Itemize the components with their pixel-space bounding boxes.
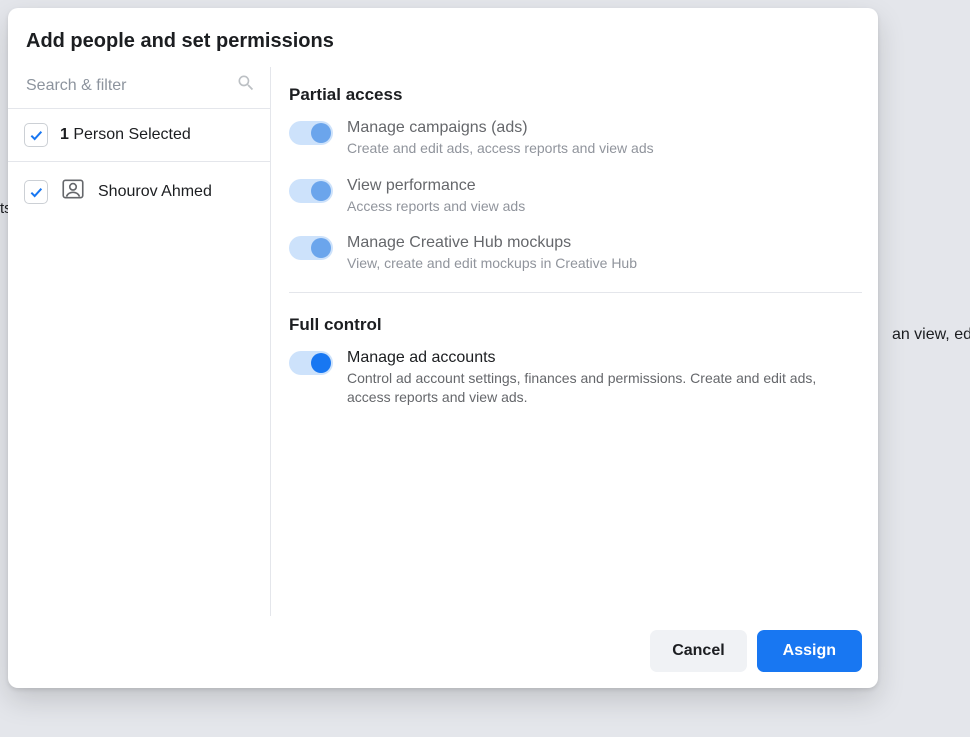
permissions-modal: Add people and set permissions 1 Person … (8, 8, 878, 688)
selected-count-label: 1 Person Selected (60, 126, 191, 144)
full-control-heading: Full control (289, 315, 862, 335)
perm-desc: Access reports and view ads (347, 197, 862, 217)
perm-title: View performance (347, 177, 862, 195)
perm-creative-hub: Manage Creative Hub mockups View, create… (289, 234, 862, 274)
search-input[interactable] (26, 77, 236, 95)
person-checkbox[interactable] (24, 180, 48, 204)
perm-view-performance: View performance Access reports and view… (289, 177, 862, 217)
search-icon[interactable] (236, 73, 256, 98)
people-sidebar: 1 Person Selected Shourov Ahmed (8, 67, 271, 616)
perm-title: Manage ad accounts (347, 349, 862, 367)
cancel-button[interactable]: Cancel (650, 630, 746, 672)
toggle-manage-campaigns[interactable] (289, 121, 333, 145)
perm-title: Manage campaigns (ads) (347, 119, 862, 137)
perm-title: Manage Creative Hub mockups (347, 234, 862, 252)
permissions-panel: Partial access Manage campaigns (ads) Cr… (271, 67, 878, 616)
partial-access-heading: Partial access (289, 85, 862, 105)
person-row[interactable]: Shourov Ahmed (8, 162, 270, 221)
perm-manage-ad-accounts: Manage ad accounts Control ad account se… (289, 349, 862, 408)
modal-header: Add people and set permissions (8, 8, 878, 67)
select-all-checkbox[interactable] (24, 123, 48, 147)
modal-title: Add people and set permissions (26, 30, 860, 53)
person-name: Shourov Ahmed (98, 183, 212, 201)
toggle-view-performance[interactable] (289, 179, 333, 203)
section-divider (289, 292, 862, 293)
perm-desc: Control ad account settings, finances an… (347, 369, 862, 408)
perm-manage-campaigns: Manage campaigns (ads) Create and edit a… (289, 119, 862, 159)
modal-footer: Cancel Assign (8, 616, 878, 688)
toggle-creative-hub[interactable] (289, 236, 333, 260)
avatar-icon (60, 176, 86, 207)
assign-button[interactable]: Assign (757, 630, 862, 672)
backdrop-text-right: an view, edit (892, 326, 970, 344)
toggle-manage-ad-accounts[interactable] (289, 351, 333, 375)
perm-desc: Create and edit ads, access reports and … (347, 139, 862, 159)
modal-body: 1 Person Selected Shourov Ahmed Partial … (8, 67, 878, 616)
perm-desc: View, create and edit mockups in Creativ… (347, 254, 862, 274)
search-row (8, 67, 270, 109)
selected-summary-row[interactable]: 1 Person Selected (8, 109, 270, 162)
